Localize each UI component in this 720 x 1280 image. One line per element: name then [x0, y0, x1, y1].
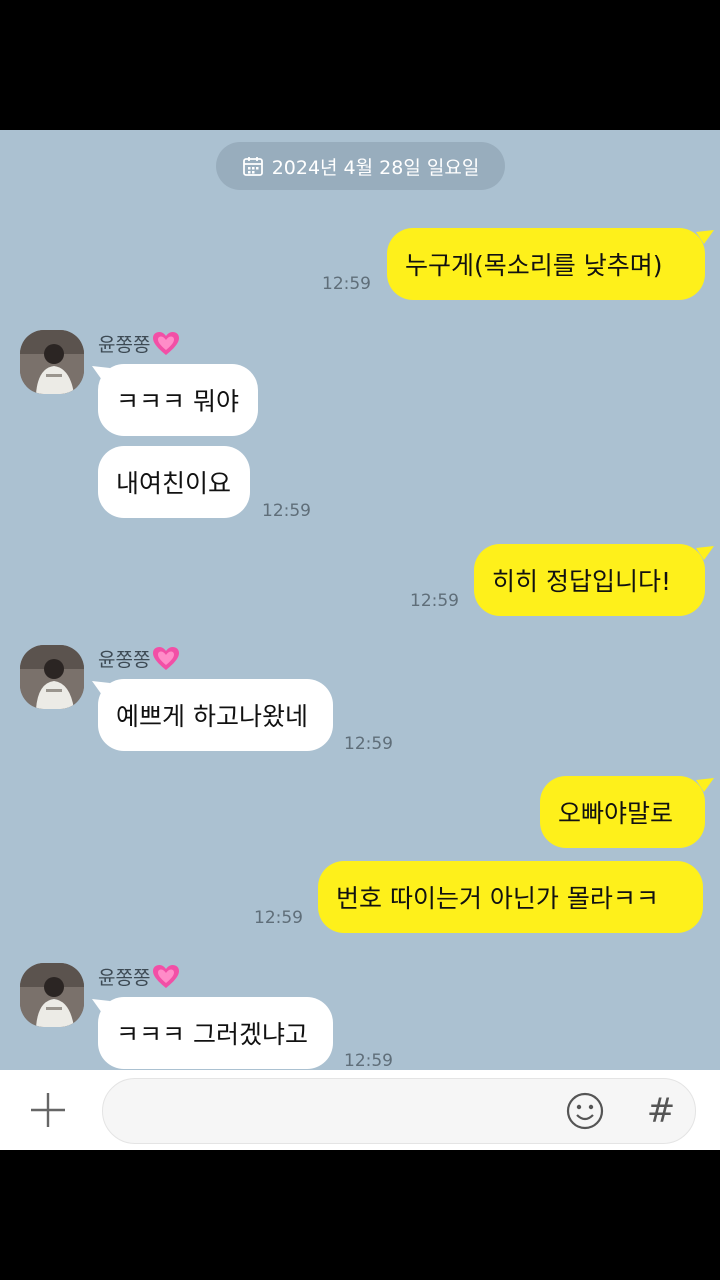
message-text: ㅋㅋㅋ 뭐야 [116, 387, 239, 416]
message-bubble-incoming[interactable]: ㅋㅋㅋ 뭐야 [98, 364, 258, 436]
message-input[interactable] [123, 1079, 553, 1143]
message-time: 12:59 [254, 908, 303, 928]
bottom-black-bar [0, 1150, 720, 1280]
message-bubble-outgoing[interactable]: 오빠야말로 [540, 776, 705, 848]
chat-area[interactable]: 2024년 4월 28일 일요일 누구게(목소리를 낮추며) 12:59 윤쫑쫑… [0, 130, 720, 1070]
message-time: 12:59 [262, 501, 311, 521]
sender-name: 윤쫑쫑 [98, 645, 180, 672]
message-text: 내여친이요 [116, 469, 232, 498]
message-input-bar: # [0, 1070, 720, 1150]
avatar[interactable] [20, 645, 84, 709]
message-text: 오빠야말로 [558, 799, 674, 828]
heart-icon [153, 331, 180, 355]
message-text: 누구게(목소리를 낮추며) [405, 251, 663, 280]
message-bubble-incoming[interactable]: 내여친이요 [98, 446, 250, 518]
date-divider: 2024년 4월 28일 일요일 [216, 142, 505, 190]
message-bubble-incoming[interactable]: ㅋㅋㅋ 그러겠냐고 [98, 997, 333, 1069]
message-text: 번호 따이는거 아닌가 몰라ㅋㅋ [336, 884, 659, 913]
avatar-photo [20, 645, 84, 709]
date-divider-text: 2024년 4월 28일 일요일 [271, 156, 480, 179]
plus-icon[interactable] [28, 1090, 68, 1130]
avatar[interactable] [20, 330, 84, 394]
message-text: 히히 정답입니다! [492, 567, 671, 596]
avatar[interactable] [20, 963, 84, 1027]
message-text: ㅋㅋㅋ 그러겠냐고 [116, 1020, 308, 1049]
message-bubble-outgoing[interactable]: 번호 따이는거 아닌가 몰라ㅋㅋ [318, 861, 703, 933]
message-bubble-outgoing[interactable]: 누구게(목소리를 낮추며) [387, 228, 705, 300]
message-bubble-outgoing[interactable]: 히히 정답입니다! [474, 544, 705, 616]
message-input-container[interactable]: # [102, 1078, 696, 1144]
top-black-bar [0, 0, 720, 130]
sender-name: 윤쫑쫑 [98, 330, 180, 357]
message-time: 12:59 [344, 734, 393, 754]
message-text: 예쁘게 하고나왔네 [116, 702, 308, 731]
message-bubble-incoming[interactable]: 예쁘게 하고나왔네 [98, 679, 333, 751]
sender-name: 윤쫑쫑 [98, 963, 180, 990]
avatar-photo [20, 963, 84, 1027]
message-time: 12:59 [322, 274, 371, 294]
message-time: 12:59 [344, 1051, 393, 1070]
avatar-photo [20, 330, 84, 394]
emoji-icon[interactable] [565, 1091, 605, 1131]
heart-icon [153, 646, 180, 670]
message-time: 12:59 [410, 591, 459, 611]
calendar-icon [242, 157, 263, 176]
heart-icon [153, 964, 180, 988]
hashtag-search-icon[interactable]: # [641, 1089, 681, 1133]
